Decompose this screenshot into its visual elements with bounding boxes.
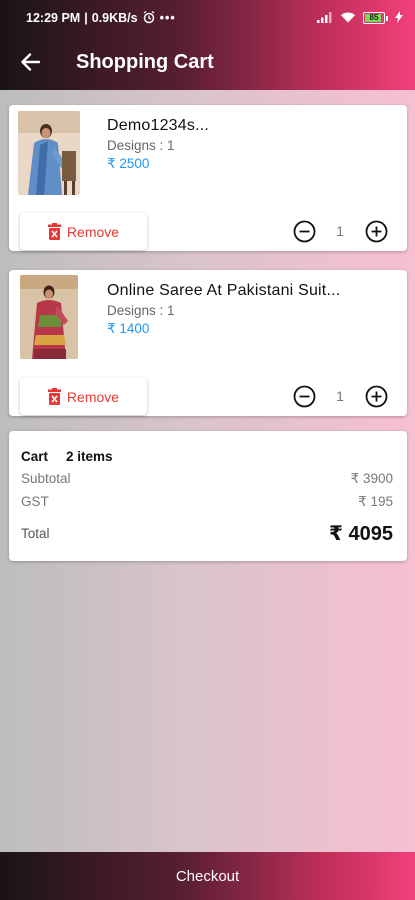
trash-icon bbox=[47, 223, 61, 240]
cart-label: Cart bbox=[21, 449, 49, 464]
product-image[interactable] bbox=[20, 275, 78, 359]
product-price: ₹ 1400 bbox=[107, 321, 150, 336]
gst-row: GST ₹ 195 bbox=[21, 494, 393, 510]
subtotal-value: ₹ 3900 bbox=[350, 471, 393, 486]
total-row: Total ₹ 4095 bbox=[21, 521, 393, 546]
subtotal-label: Subtotal bbox=[21, 471, 71, 486]
page-title: Shopping Cart bbox=[76, 50, 214, 73]
item-count: 2 items bbox=[66, 449, 113, 464]
status-bar: 12:29 PM | 0.9KB/s ••• 85 bbox=[0, 0, 415, 36]
remove-button[interactable]: Remove bbox=[20, 213, 147, 250]
remove-button[interactable]: Remove bbox=[20, 378, 147, 415]
signal-icon bbox=[317, 11, 333, 26]
increase-quantity-button[interactable] bbox=[363, 383, 389, 409]
alarm-icon bbox=[142, 10, 156, 27]
remove-label: Remove bbox=[66, 388, 120, 405]
quantity-value: 1 bbox=[336, 388, 344, 404]
minus-circle-icon bbox=[293, 220, 315, 242]
checkout-label: Checkout bbox=[175, 867, 240, 885]
quantity-stepper: 1 bbox=[291, 383, 389, 409]
cart-item-card: Demo1234s... Designs : 1 ₹ 2500 Remove 1 bbox=[9, 105, 407, 251]
quantity-stepper: 1 bbox=[291, 218, 389, 244]
quantity-value: 1 bbox=[336, 223, 344, 239]
battery-icon: 85 bbox=[363, 12, 388, 24]
app-bar: Shopping Cart bbox=[0, 36, 415, 88]
checkout-button[interactable]: Checkout bbox=[0, 852, 415, 900]
decrease-quantity-button[interactable] bbox=[291, 218, 317, 244]
subtotal-row: Subtotal ₹ 3900 bbox=[21, 471, 393, 487]
charging-icon bbox=[395, 10, 403, 26]
battery-level: 85 bbox=[369, 13, 379, 22]
gst-value: ₹ 195 bbox=[358, 494, 393, 509]
plus-circle-icon bbox=[365, 385, 387, 407]
arrow-left-icon bbox=[21, 53, 40, 71]
decrease-quantity-button[interactable] bbox=[291, 383, 317, 409]
total-label: Total bbox=[21, 526, 50, 541]
order-summary-card: Cart 2 items Subtotal ₹ 3900 GST ₹ 195 To… bbox=[9, 431, 407, 561]
product-name: Online Saree At Pakistani Suit... bbox=[107, 282, 341, 299]
top-header: 12:29 PM | 0.9KB/s ••• 85 Shopping Cart bbox=[0, 0, 415, 90]
product-designs: Designs : 1 bbox=[107, 138, 175, 153]
gst-label: GST bbox=[21, 494, 49, 509]
more-icon: ••• bbox=[159, 11, 176, 25]
minus-circle-icon bbox=[293, 385, 315, 407]
product-name: Demo1234s... bbox=[107, 117, 210, 134]
cart-count: Cart 2 items bbox=[21, 449, 113, 464]
plus-circle-icon bbox=[365, 220, 387, 242]
remove-label: Remove bbox=[66, 223, 120, 240]
product-image[interactable] bbox=[18, 111, 80, 195]
total-value: ₹ 4095 bbox=[329, 523, 393, 545]
trash-icon bbox=[47, 388, 61, 405]
cart-item-card: Online Saree At Pakistani Suit... Design… bbox=[9, 270, 407, 416]
product-designs: Designs : 1 bbox=[107, 303, 175, 318]
increase-quantity-button[interactable] bbox=[363, 218, 389, 244]
product-price: ₹ 2500 bbox=[107, 156, 150, 171]
wifi-icon bbox=[340, 11, 356, 26]
network-speed: 0.9KB/s bbox=[91, 11, 138, 25]
back-button[interactable] bbox=[0, 36, 60, 88]
status-time: 12:29 PM bbox=[26, 11, 81, 25]
